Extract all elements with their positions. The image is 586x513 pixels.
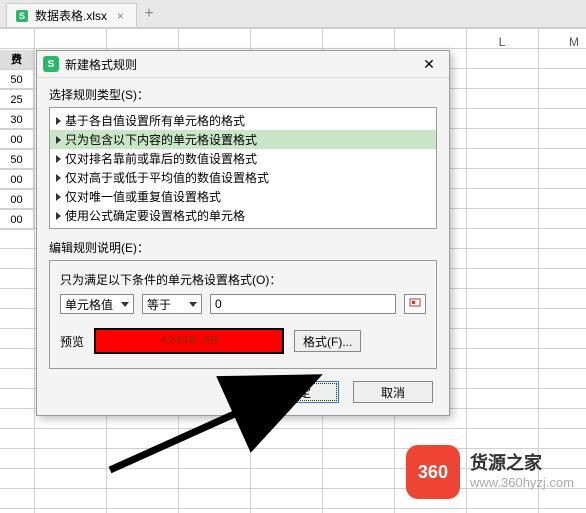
edit-rule-label: 编辑规则说明(E)： bbox=[49, 239, 437, 256]
rule-item[interactable]: 使用公式确定要设置格式的单元格 bbox=[50, 206, 436, 225]
watermark-url: www.360hyzj.com bbox=[470, 475, 574, 492]
cell[interactable]: 00 bbox=[0, 190, 34, 210]
rule-type-label: 选择规则类型(S)： bbox=[49, 86, 437, 103]
left-col-header: 费 bbox=[0, 50, 34, 70]
condition-value-input[interactable] bbox=[210, 294, 396, 314]
left-partial-column: 费 50 25 30 00 50 00 00 00 bbox=[0, 50, 34, 230]
spreadsheet-icon: S bbox=[15, 9, 29, 23]
rule-item-selected[interactable]: 只为包含以下内容的单元格设置格式 bbox=[50, 130, 436, 149]
dialog-titlebar: 新建格式规则 ✕ bbox=[37, 51, 449, 78]
cell[interactable]: 00 bbox=[0, 170, 34, 190]
range-selector-button[interactable] bbox=[404, 294, 426, 314]
triangle-icon bbox=[56, 212, 61, 220]
triangle-icon bbox=[56, 117, 61, 125]
rule-type-list[interactable]: 基于各自值设置所有单元格的格式 只为包含以下内容的单元格设置格式 仅对排名靠前或… bbox=[49, 107, 437, 229]
preview-label: 预览 bbox=[60, 333, 84, 350]
cell[interactable]: 50 bbox=[0, 70, 34, 90]
watermark: 360 货源之家 www.360hyzj.com bbox=[406, 445, 574, 499]
cell[interactable]: 25 bbox=[0, 90, 34, 110]
rule-item[interactable]: 仅对高于或低于平均值的数值设置格式 bbox=[50, 168, 436, 187]
target-combo[interactable]: 单元格值 bbox=[60, 294, 134, 314]
triangle-icon bbox=[56, 174, 61, 182]
rule-item[interactable]: 基于各自值设置所有单元格的格式 bbox=[50, 111, 436, 130]
cell[interactable]: 50 bbox=[0, 150, 34, 170]
rule-description-box: 只为满足以下条件的单元格设置格式(O)： 单元格值 等于 预览 42370.00… bbox=[49, 260, 437, 369]
close-tab-icon[interactable]: × bbox=[113, 9, 128, 23]
format-preview: 42370.00 bbox=[94, 328, 284, 354]
watermark-title: 货源之家 bbox=[470, 452, 574, 475]
cell[interactable]: 00 bbox=[0, 210, 34, 230]
rule-item[interactable]: 仅对排名靠前或靠后的数值设置格式 bbox=[50, 149, 436, 168]
tab-filename: 数据表格.xlsx bbox=[35, 7, 107, 24]
watermark-logo: 360 bbox=[406, 445, 460, 499]
operator-combo[interactable]: 等于 bbox=[142, 294, 202, 314]
ok-button[interactable]: 确定 bbox=[259, 381, 339, 403]
chevron-down-icon bbox=[189, 302, 197, 307]
triangle-icon bbox=[56, 193, 61, 201]
format-button[interactable]: 格式(F)... bbox=[294, 330, 361, 352]
add-tab-button[interactable]: + bbox=[137, 0, 161, 27]
svg-text:S: S bbox=[19, 11, 25, 21]
triangle-icon bbox=[56, 136, 61, 144]
triangle-icon bbox=[56, 155, 61, 163]
chevron-down-icon bbox=[121, 302, 129, 307]
new-format-rule-dialog: 新建格式规则 ✕ 选择规则类型(S)： 基于各自值设置所有单元格的格式 只为包含… bbox=[36, 50, 450, 416]
dialog-title: 新建格式规则 bbox=[65, 56, 409, 73]
cancel-button[interactable]: 取消 bbox=[353, 381, 433, 403]
dialog-close-button[interactable]: ✕ bbox=[415, 55, 443, 73]
rule-item[interactable]: 仅对唯一值或重复值设置格式 bbox=[50, 187, 436, 206]
file-tab[interactable]: S 数据表格.xlsx × bbox=[6, 3, 137, 27]
app-icon bbox=[43, 56, 59, 72]
cell[interactable]: 00 bbox=[0, 130, 34, 150]
cell[interactable]: 30 bbox=[0, 110, 34, 130]
condition-title: 只为满足以下条件的单元格设置格式(O)： bbox=[60, 271, 426, 288]
tab-bar: S 数据表格.xlsx × + bbox=[0, 0, 586, 28]
